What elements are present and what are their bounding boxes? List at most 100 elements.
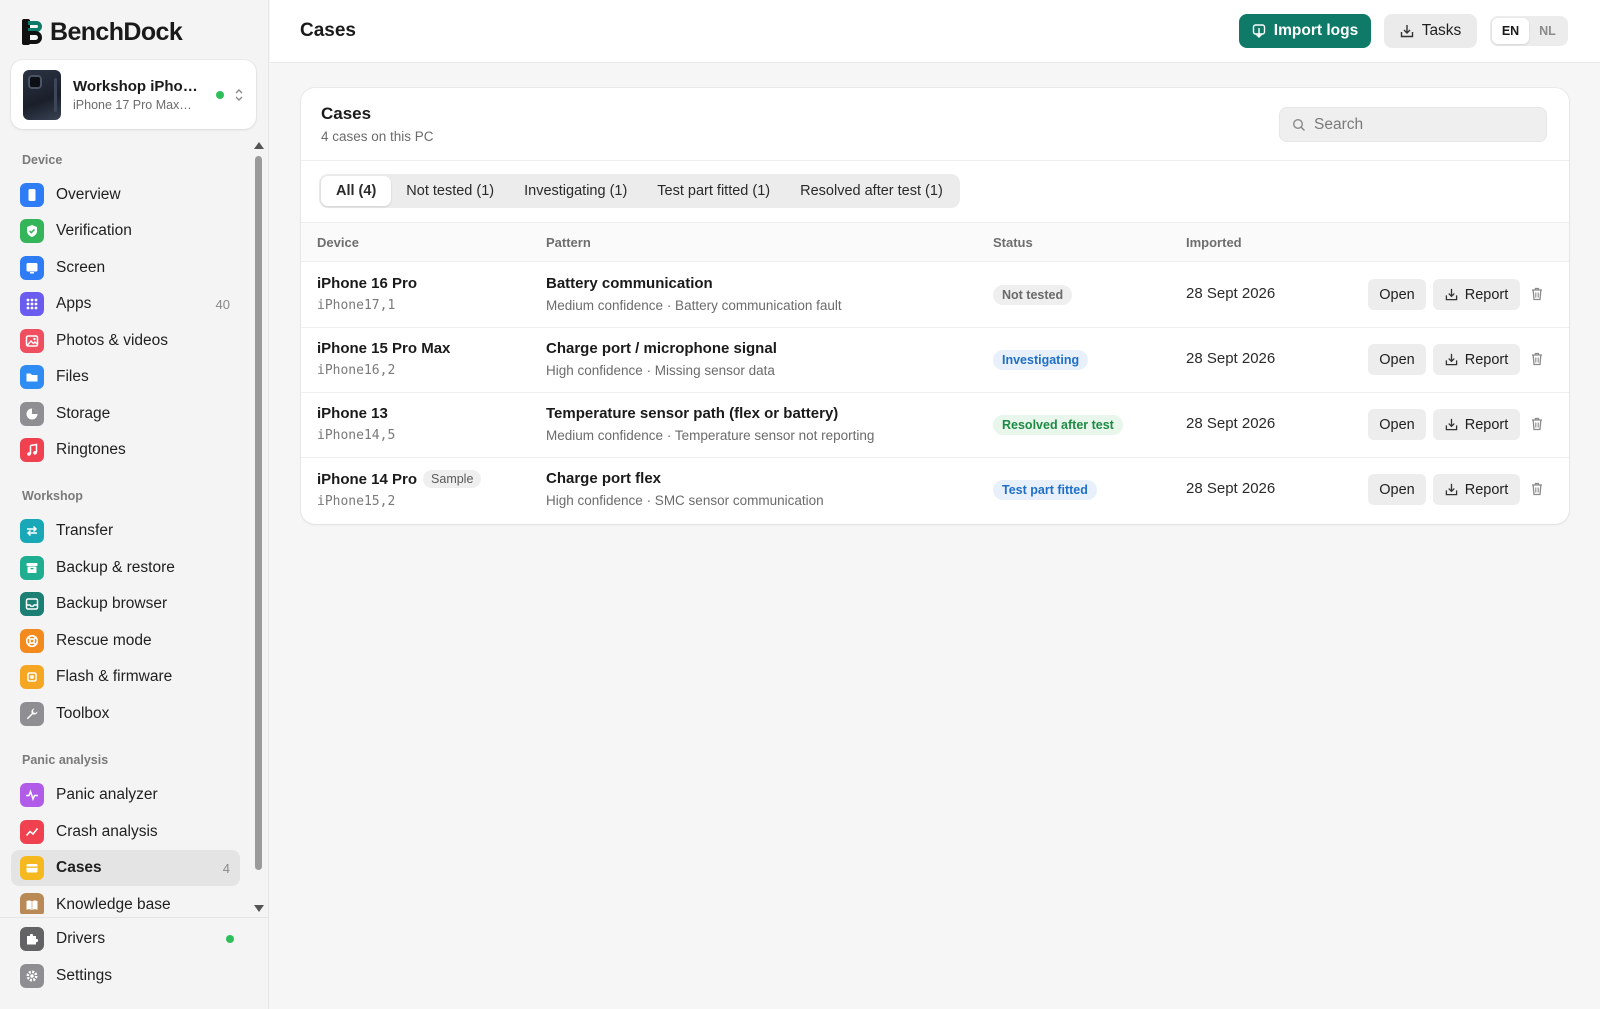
- cell-pattern: Charge port flex High confidence · SMC se…: [546, 470, 824, 508]
- scroll-up-arrow-icon[interactable]: [254, 142, 264, 149]
- chip-icon: [20, 665, 44, 689]
- tab-not-tested[interactable]: Not tested (1): [391, 176, 509, 206]
- folder-icon: [20, 365, 44, 389]
- open-button[interactable]: Open: [1368, 409, 1426, 440]
- sidebar-item-overview[interactable]: Overview: [11, 177, 240, 213]
- device-name-cell: iPhone 14 Pro Sample: [317, 470, 482, 488]
- pattern-title: Battery communication: [546, 275, 713, 292]
- sidebar-item-panic-analyzer[interactable]: Panic analyzer: [11, 777, 240, 813]
- sidebar-item-rescue-mode[interactable]: Rescue mode: [11, 623, 240, 659]
- trash-icon[interactable]: [1529, 479, 1545, 499]
- sidebar-item-verification[interactable]: Verification: [11, 213, 240, 249]
- trash-icon[interactable]: [1529, 284, 1545, 304]
- sidebar-item-settings[interactable]: Settings: [11, 958, 240, 994]
- sidebar-scrollbar[interactable]: [253, 140, 264, 914]
- sidebar-item-apps[interactable]: Apps 40: [11, 286, 240, 322]
- sidebar-item-backup-browser[interactable]: Backup browser: [11, 586, 240, 622]
- tab-resolved-after-test[interactable]: Resolved after test (1): [785, 176, 958, 206]
- cell-status: Test part fitted: [993, 480, 1097, 500]
- tab-all[interactable]: All (4): [321, 176, 392, 206]
- scroll-thumb[interactable]: [255, 156, 262, 870]
- top-bar: Cases Import logs Tasks EN NL: [270, 0, 1600, 63]
- column-header-status[interactable]: Status: [993, 235, 1033, 250]
- sidebar-item-label: Flash & firmware: [56, 668, 173, 685]
- search-field[interactable]: [1279, 107, 1547, 142]
- report-label: Report: [1464, 351, 1509, 368]
- sidebar-item-ringtones[interactable]: Ringtones: [11, 432, 240, 468]
- cell-pattern: Temperature sensor path (flex or battery…: [546, 405, 874, 443]
- tasks-label: Tasks: [1421, 22, 1462, 39]
- sidebar-item-cases[interactable]: Cases 4: [11, 850, 240, 886]
- sidebar-item-count: 4: [222, 860, 230, 876]
- open-button[interactable]: Open: [1368, 279, 1426, 310]
- report-button[interactable]: Report: [1433, 279, 1520, 310]
- table-row[interactable]: iPhone 14 Pro Sample iPhone15,2 Charge port…: [301, 458, 1569, 523]
- pie-chart-icon: [20, 402, 44, 426]
- tab-test-part-fitted[interactable]: Test part fitted (1): [642, 176, 785, 206]
- trash-icon[interactable]: [1529, 414, 1545, 434]
- cell-device: iPhone 16 Pro iPhone17,1: [317, 275, 417, 313]
- status-badge: Test part fitted: [993, 480, 1097, 500]
- lang-en-option[interactable]: EN: [1492, 18, 1529, 44]
- sidebar-item-photos-videos[interactable]: Photos & videos: [11, 323, 240, 359]
- tasks-button[interactable]: Tasks: [1384, 14, 1477, 48]
- sidebar-item-backup-restore[interactable]: Backup & restore: [11, 550, 240, 586]
- device-model: iPhone 17 Pro Max…: [73, 97, 192, 112]
- report-label: Report: [1464, 416, 1509, 433]
- lang-nl-option[interactable]: NL: [1529, 18, 1566, 44]
- sidebar-item-label: Backup & restore: [56, 559, 175, 576]
- phone-icon: [20, 183, 44, 207]
- table-row[interactable]: iPhone 15 Pro Max iPhone16,2 Charge port /…: [301, 328, 1569, 393]
- imported-date: 28 Sept 2026: [1186, 350, 1276, 367]
- sidebar-section-label: Device: [22, 153, 63, 167]
- column-header-imported[interactable]: Imported: [1186, 235, 1242, 250]
- pattern-title: Charge port flex: [546, 470, 662, 487]
- book-icon: [20, 893, 44, 914]
- sidebar-item-label: Storage: [56, 405, 111, 422]
- report-button[interactable]: Report: [1433, 474, 1520, 505]
- import-logs-button[interactable]: Import logs: [1239, 14, 1371, 48]
- table-row[interactable]: iPhone 13 iPhone14,5 Temperature sensor pa…: [301, 393, 1569, 458]
- column-header-device[interactable]: Device: [317, 235, 359, 250]
- sidebar-item-label: Files: [56, 368, 89, 385]
- sidebar-item-label: Backup browser: [56, 595, 168, 612]
- imported-date: 28 Sept 2026: [1186, 480, 1276, 497]
- scroll-down-arrow-icon[interactable]: [254, 905, 264, 912]
- tasks-download-icon: [1400, 25, 1413, 38]
- sidebar-item-label: Panic analyzer: [56, 786, 158, 803]
- transfer-icon: [20, 519, 44, 543]
- report-button[interactable]: Report: [1433, 409, 1520, 440]
- cell-pattern: Battery communication Medium confidence ·…: [546, 275, 842, 313]
- sidebar-item-knowledge-base[interactable]: Knowledge base: [11, 887, 240, 914]
- sidebar-item-transfer[interactable]: Transfer: [11, 513, 240, 549]
- device-switcher[interactable]: Workshop iPho… iPhone 17 Pro Max…: [11, 60, 256, 129]
- cases-panel: Cases 4 cases on this PC All (4)Not test…: [301, 88, 1569, 524]
- trend-icon: [20, 820, 44, 844]
- device-name: iPhone 14 Pro: [317, 470, 418, 488]
- device-name-cell: iPhone 16 Pro: [317, 275, 417, 292]
- column-header-pattern[interactable]: Pattern: [546, 235, 591, 250]
- device-thumbnail: [23, 69, 61, 120]
- sidebar-item-toolbox[interactable]: Toolbox: [11, 696, 240, 732]
- sidebar-item-flash-firmware[interactable]: Flash & firmware: [11, 659, 240, 695]
- search-input[interactable]: [1314, 115, 1534, 134]
- status-badge: Investigating: [993, 350, 1089, 370]
- device-identifier: iPhone14,5: [317, 428, 396, 443]
- search-icon: [1292, 118, 1305, 131]
- pattern-detail: Medium confidence · Temperature sensor n…: [546, 428, 875, 443]
- report-button[interactable]: Report: [1433, 344, 1520, 375]
- open-button[interactable]: Open: [1368, 474, 1426, 505]
- sidebar-item-drivers[interactable]: Drivers: [11, 921, 240, 957]
- sidebar-item-storage[interactable]: Storage: [11, 396, 240, 432]
- sidebar-item-screen[interactable]: Screen: [11, 250, 240, 286]
- open-button[interactable]: Open: [1368, 344, 1426, 375]
- report-download-icon: [1445, 353, 1458, 366]
- table-row[interactable]: iPhone 16 Pro iPhone17,1 Battery communica…: [301, 263, 1569, 328]
- trash-icon[interactable]: [1529, 349, 1545, 369]
- tab-investigating[interactable]: Investigating (1): [509, 176, 642, 206]
- status-badge: Not tested: [993, 285, 1073, 305]
- sidebar-item-files[interactable]: Files: [11, 359, 240, 395]
- sidebar-item-label: Transfer: [56, 522, 114, 539]
- language-toggle: EN NL: [1490, 16, 1568, 46]
- sidebar-item-crash-analysis[interactable]: Crash analysis: [11, 814, 240, 850]
